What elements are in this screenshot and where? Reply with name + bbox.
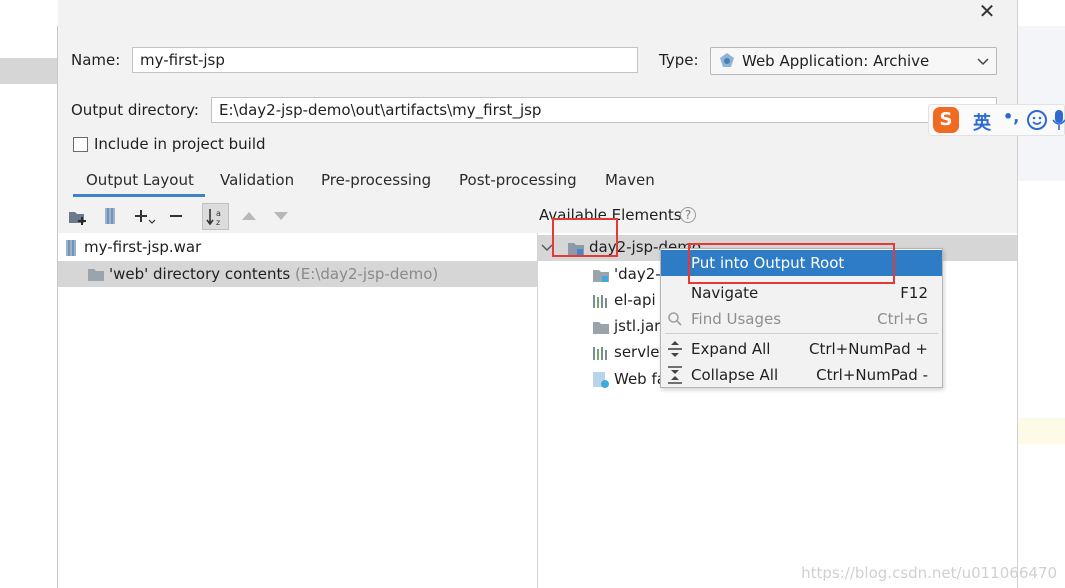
- type-select-value: Web Application: Archive: [742, 52, 930, 70]
- tree-item-el-api[interactable]: el-api: [614, 291, 656, 309]
- output-directory-input[interactable]: E:\day2-jsp-demo\out\artifacts\my_first_…: [211, 97, 997, 123]
- tree-item-web-contents[interactable]: 'web' directory contents (E:\day2-jsp-de…: [109, 265, 438, 283]
- archive-icon[interactable]: [102, 207, 118, 225]
- svg-text:a: a: [216, 209, 221, 218]
- tree-item-servlet[interactable]: servlet: [614, 343, 665, 361]
- expand-all-icon: [668, 341, 682, 357]
- new-folder-icon[interactable]: [68, 208, 88, 226]
- layout-toolbar: a z: [58, 200, 537, 233]
- menu-separator: [665, 333, 938, 334]
- web-app-icon: [720, 53, 734, 67]
- menu-item-shortcut: Ctrl+NumPad -: [816, 366, 928, 384]
- close-icon[interactable]: ✕: [975, 0, 999, 22]
- search-icon: [668, 312, 682, 326]
- background-left: [0, 0, 58, 588]
- include-in-build-label: Include in project build: [94, 135, 266, 153]
- sort-toggle[interactable]: a z: [202, 203, 229, 230]
- move-down-icon[interactable]: [273, 210, 289, 222]
- menu-item-expand-all[interactable]: Expand All Ctrl+NumPad +: [661, 336, 942, 362]
- svg-text:z: z: [216, 218, 220, 227]
- menu-item-shortcut: F12: [900, 284, 928, 302]
- menu-item-collapse-all[interactable]: Collapse All Ctrl+NumPad -: [661, 362, 942, 388]
- move-up-icon[interactable]: [241, 210, 257, 222]
- annotation-box-module: [552, 218, 618, 257]
- folder-icon: [88, 269, 104, 281]
- web-facet-icon: [593, 372, 609, 388]
- war-archive-icon: [66, 240, 76, 256]
- ime-punctuation[interactable]: •,: [1003, 107, 1019, 126]
- remove-icon[interactable]: [168, 208, 184, 226]
- microphone-icon[interactable]: [1052, 109, 1065, 131]
- menu-item-shortcut: Ctrl+G: [877, 310, 928, 328]
- menu-item-find-usages[interactable]: Find Usages Ctrl+G: [661, 306, 942, 332]
- ime-toolbar: S 英 •,: [928, 104, 1065, 136]
- tree-item-web-contents-path: (E:\day2-jsp-demo): [294, 265, 439, 283]
- library-icon: [593, 347, 607, 360]
- tab-validation[interactable]: Validation: [220, 171, 294, 189]
- tree-item-module-output[interactable]: 'day2-: [614, 265, 661, 283]
- ime-mode[interactable]: 英: [973, 109, 991, 135]
- name-label: Name:: [71, 51, 121, 69]
- add-icon[interactable]: [134, 208, 156, 226]
- active-tab-indicator: [73, 194, 205, 197]
- module-output-icon: [593, 270, 609, 282]
- menu-item-shortcut: Ctrl+NumPad +: [808, 340, 928, 358]
- tab-pre-processing[interactable]: Pre-processing: [321, 171, 431, 189]
- tree-item-web-contents-label: 'web' directory contents: [109, 265, 291, 283]
- library-icon: [593, 295, 607, 308]
- menu-item-label: Find Usages: [691, 310, 782, 328]
- help-icon[interactable]: ?: [680, 207, 696, 223]
- ime-logo[interactable]: S: [933, 107, 959, 133]
- annotation-box-menu-item: [688, 243, 895, 284]
- type-select[interactable]: Web Application: Archive: [710, 47, 997, 75]
- jar-folder-icon: [593, 322, 609, 334]
- menu-item-label: Expand All: [691, 340, 771, 358]
- background-separator: [1017, 0, 1018, 588]
- name-input[interactable]: my-first-jsp: [132, 47, 638, 73]
- menu-item-label: Collapse All: [691, 366, 779, 384]
- type-label: Type:: [659, 51, 699, 69]
- output-directory-label: Output directory:: [71, 101, 199, 119]
- include-in-build-checkbox[interactable]: [73, 137, 88, 152]
- background-right-highlight: [1018, 418, 1065, 444]
- tab-output-layout[interactable]: Output Layout: [86, 171, 194, 189]
- collapse-all-icon: [668, 366, 682, 384]
- tree-item-jstl[interactable]: jstl.jar: [614, 317, 660, 335]
- tree-item-web-facet[interactable]: Web fa: [614, 370, 666, 388]
- emoji-icon[interactable]: [1026, 109, 1048, 131]
- tree-item-war[interactable]: my-first-jsp.war: [84, 238, 201, 256]
- watermark: https://blog.csdn.net/u011066470: [801, 564, 1057, 582]
- tab-post-processing[interactable]: Post-processing: [459, 171, 577, 189]
- background-left-bar: [0, 58, 58, 84]
- tab-maven[interactable]: Maven: [605, 171, 655, 189]
- chevron-down-icon: [977, 58, 989, 66]
- sort-alpha-icon: a z: [206, 209, 221, 227]
